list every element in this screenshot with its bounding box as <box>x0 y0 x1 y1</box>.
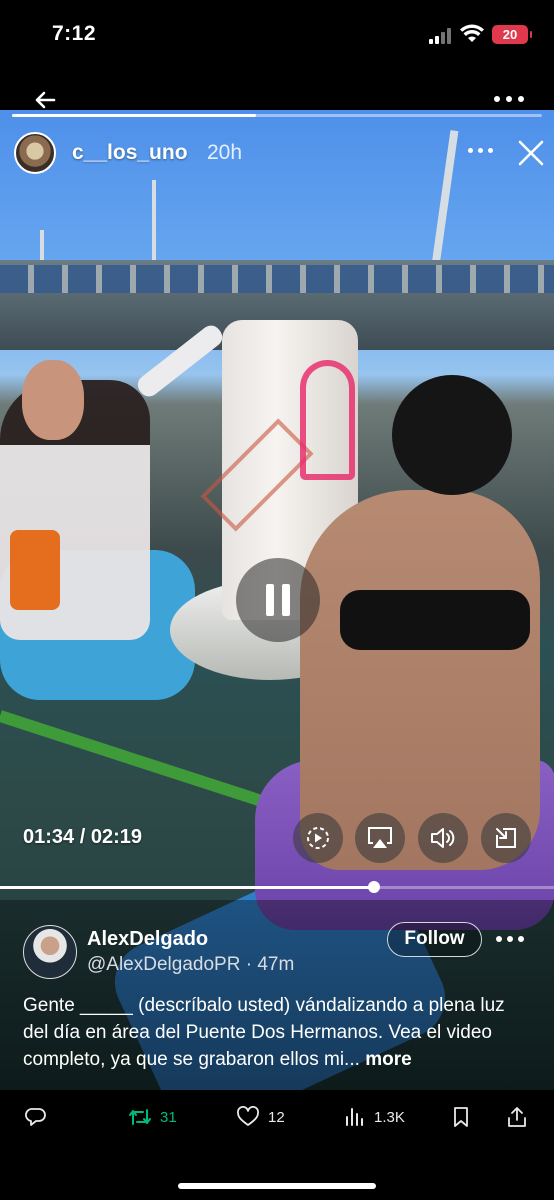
story-username: c__los_uno <box>72 141 188 164</box>
follow-button[interactable]: Follow <box>387 922 482 957</box>
story-avatar[interactable] <box>14 132 56 174</box>
like-icon <box>237 1106 259 1126</box>
tower-pole <box>429 130 459 280</box>
views-count: 1.3K <box>374 1108 405 1126</box>
battery-indicator: 20 <box>492 25 532 44</box>
current-time: 01:34 <box>23 826 75 848</box>
person-face <box>22 360 84 440</box>
pip-button[interactable] <box>481 813 531 863</box>
tweet-text[interactable]: Gente _____ (descríbalo usted) vándaliza… <box>23 992 533 1073</box>
wifi-icon <box>460 24 484 42</box>
volume-button[interactable] <box>418 813 468 863</box>
person-top <box>340 590 530 650</box>
author-name[interactable]: AlexDelgado <box>87 928 208 951</box>
story-progress-bar <box>12 114 542 117</box>
pause-button[interactable] <box>236 558 320 642</box>
graffiti-mark-pink <box>300 360 355 480</box>
replay-speed-icon <box>307 827 329 849</box>
airplay-icon <box>368 827 392 848</box>
views-button[interactable]: 1.3K <box>344 1106 405 1128</box>
volume-icon <box>431 828 455 848</box>
cellular-signal-icon <box>429 28 455 44</box>
status-bar: 7:12 20 <box>0 0 554 70</box>
close-icon <box>518 140 544 166</box>
show-more-link[interactable]: more <box>365 1049 411 1070</box>
time-separator: / <box>74 826 91 848</box>
author-avatar[interactable] <box>23 925 77 979</box>
more-icon[interactable] <box>492 92 526 106</box>
author-meta: @AlexDelgadoPR · 47m <box>87 954 294 976</box>
video-scrubber[interactable] <box>0 881 554 893</box>
story-age: 20h <box>207 141 243 164</box>
author-handle[interactable]: @AlexDelgadoPR <box>87 954 240 975</box>
tweet-body: Gente _____ (descríbalo usted) vándaliza… <box>23 995 505 1070</box>
tweet-more-icon[interactable] <box>496 935 526 945</box>
post-time: 47m <box>257 954 295 975</box>
like-button[interactable]: 12 <box>236 1106 285 1128</box>
story-more-icon <box>468 146 494 156</box>
retweet-icon <box>129 1109 151 1125</box>
home-indicator[interactable] <box>178 1183 376 1189</box>
paddle <box>0 710 269 809</box>
person-head <box>392 375 512 495</box>
meta-dot: · <box>240 954 258 975</box>
duration: 02:19 <box>90 826 142 848</box>
video-time: 01:34 / 02:19 <box>23 826 142 849</box>
retweet-count: 31 <box>160 1108 177 1126</box>
playback-speed-button[interactable] <box>293 813 343 863</box>
bookmark-button[interactable] <box>450 1106 472 1128</box>
scrubber-progress <box>0 886 374 889</box>
tweet-action-bar: 31 12 1.3K <box>0 1090 554 1145</box>
reply-button[interactable] <box>25 1106 47 1128</box>
reply-icon <box>25 1108 46 1126</box>
airplay-button[interactable] <box>355 813 405 863</box>
share-button[interactable] <box>506 1106 528 1128</box>
retweet-button[interactable]: 31 <box>128 1106 177 1128</box>
scrubber-handle[interactable] <box>367 881 380 893</box>
dry-bag <box>10 530 60 610</box>
like-count: 12 <box>268 1108 285 1126</box>
bridge-railing <box>0 265 554 293</box>
share-icon <box>508 1107 526 1127</box>
views-icon <box>346 1108 363 1126</box>
status-time: 7:12 <box>52 22 97 45</box>
pip-icon <box>496 828 516 848</box>
bookmark-icon <box>454 1107 468 1127</box>
